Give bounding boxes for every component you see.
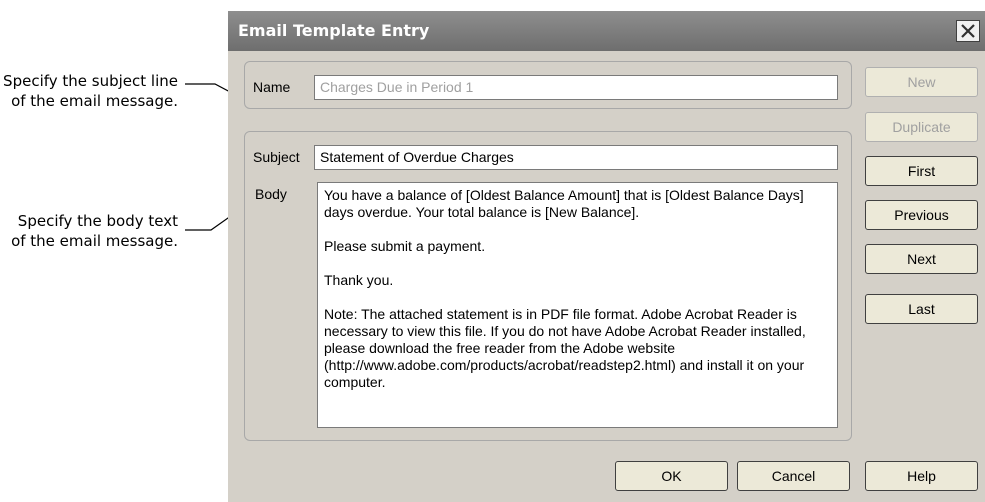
next-button[interactable]: Next	[865, 244, 978, 274]
new-button[interactable]: New	[865, 67, 978, 97]
close-button[interactable]	[956, 20, 980, 42]
last-button[interactable]: Last	[865, 294, 978, 324]
cancel-button[interactable]: Cancel	[737, 461, 850, 491]
first-button[interactable]: First	[865, 156, 978, 186]
body-paragraph: Note: The attached statement is in PDF f…	[324, 306, 806, 390]
body-label: Body	[255, 186, 287, 202]
subject-label: Subject	[253, 149, 300, 165]
body-textarea[interactable]: You have a balance of [Oldest Balance Am…	[317, 182, 838, 428]
help-button[interactable]: Help	[865, 461, 978, 491]
name-label: Name	[253, 79, 291, 95]
body-paragraph: Thank you.	[324, 272, 394, 288]
previous-button[interactable]: Previous	[865, 200, 978, 230]
dialog-title: Email Template Entry	[238, 21, 430, 40]
body-paragraph: You have a balance of [Oldest Balance Am…	[324, 187, 804, 220]
duplicate-button[interactable]: Duplicate	[865, 112, 978, 142]
name-field[interactable]: Charges Due in Period 1	[314, 75, 838, 100]
callout-body-text: Specify the body text of the email messa…	[11, 212, 178, 250]
ok-button[interactable]: OK	[615, 461, 728, 491]
subject-field[interactable]: Statement of Overdue Charges	[314, 145, 838, 170]
dialog-titlebar: Email Template Entry	[228, 11, 985, 51]
body-paragraph: Please submit a payment.	[324, 238, 486, 254]
email-template-dialog: Email Template Entry Name Charges Due in…	[228, 11, 985, 502]
callout-subject-text: Specify the subject line of the email me…	[3, 72, 178, 110]
close-icon	[961, 24, 975, 38]
